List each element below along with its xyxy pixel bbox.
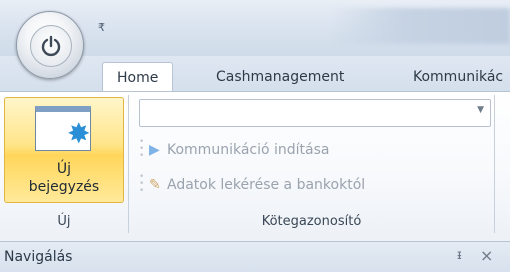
play-icon: ▶ bbox=[149, 142, 160, 158]
application-orb-inner bbox=[30, 25, 72, 67]
group-label-uj: Új bbox=[57, 214, 71, 229]
new-entry-label-line2: bejegyzés bbox=[28, 179, 100, 195]
tab-kommunikacio[interactable]: Kommunikác bbox=[413, 62, 503, 92]
pin-icon[interactable]: ᵻ bbox=[457, 248, 462, 263]
tab-home[interactable]: Home bbox=[102, 62, 174, 93]
group-label-kotegazonosito: Kötegazonosító bbox=[261, 214, 362, 229]
grip-icon: • • • bbox=[139, 137, 145, 161]
ribbon-panel: ✸ Új bejegyzés Új ▼ • • • ▶ Kommunikáció ind… bbox=[0, 91, 510, 234]
navigation-pane-header: Navigálás ᵻ × bbox=[0, 241, 510, 272]
application-orb-button[interactable] bbox=[16, 11, 84, 79]
tab-cashmanagement[interactable]: Cashmanagement bbox=[216, 62, 344, 92]
new-entry-star-icon: ✸ bbox=[67, 117, 91, 150]
new-entry-label: Új bejegyzés bbox=[5, 160, 123, 196]
new-entry-button[interactable]: ✸ Új bejegyzés bbox=[4, 97, 124, 203]
new-entry-label-line1: Új bbox=[56, 161, 72, 177]
navigation-pane-title: Navigálás bbox=[4, 249, 73, 265]
batch-id-combobox[interactable]: ▼ bbox=[139, 99, 491, 127]
grip-icon: • • • bbox=[139, 172, 145, 196]
start-communication-button[interactable]: • • • ▶ Kommunikáció indítása bbox=[139, 137, 330, 161]
pencil-icon: ✎ bbox=[149, 177, 161, 193]
close-icon[interactable]: × bbox=[480, 246, 493, 265]
fetch-bank-data-label: Adatok lekérése a bankoktól bbox=[167, 177, 366, 193]
ribbon-bottom-strip bbox=[0, 233, 510, 241]
quick-access-dropdown[interactable]: ₹ bbox=[98, 21, 105, 34]
ribbon-group-uj: ✸ Új bejegyzés Új bbox=[0, 95, 129, 233]
fetch-bank-data-button[interactable]: • • • ✎ Adatok lekérése a bankoktól bbox=[139, 172, 366, 196]
chevron-down-icon[interactable]: ▼ bbox=[477, 105, 484, 115]
start-communication-label: Kommunikáció indítása bbox=[167, 142, 330, 158]
power-icon bbox=[41, 35, 61, 57]
ribbon-group-kotegazonosito: ▼ • • • ▶ Kommunikáció indítása • • • ✎ Adatok l… bbox=[129, 95, 495, 233]
title-bar-blur bbox=[330, 8, 510, 44]
